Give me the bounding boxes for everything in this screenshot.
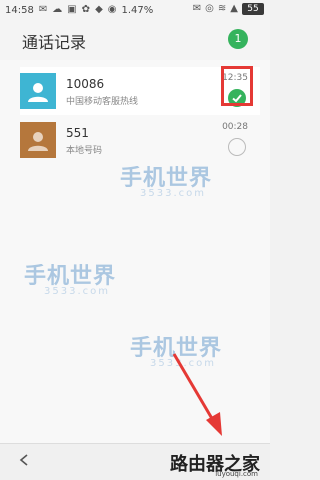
- call-description: 中国移动客服热线: [66, 97, 139, 107]
- status-bar-left: 14:58 ✉ ☁ ▣ ✿ ◆ ◉ 1.47%: [5, 4, 153, 16]
- call-number: 551: [66, 126, 89, 140]
- watermark-brand-url: luyouqi.com: [215, 470, 258, 478]
- call-number: 10086: [66, 77, 105, 91]
- call-time: 00:28: [222, 122, 248, 132]
- back-icon[interactable]: [18, 454, 30, 466]
- wifi-icon: ≋: [217, 3, 227, 14]
- call-log-item[interactable]: 551 本地号码 00:28: [20, 116, 260, 164]
- watermark: 3533.com: [140, 188, 206, 199]
- selected-count-badge[interactable]: 1: [228, 29, 248, 49]
- avatar: [20, 122, 56, 158]
- status-battery-percent: 1.47%: [121, 4, 154, 16]
- android-icon: ◎: [205, 3, 214, 14]
- message-icon: ✉: [192, 3, 202, 14]
- avatar: [20, 73, 56, 109]
- mic-icon: ◉: [107, 4, 117, 15]
- app-icon: ◆: [95, 4, 103, 15]
- watermark-url: 3533.com: [140, 188, 206, 199]
- app-header: 通话记录 1: [0, 20, 270, 60]
- status-time: 14:58: [5, 4, 34, 16]
- watermark-url: 3533.com: [44, 286, 110, 297]
- person-icon: [28, 83, 48, 102]
- battery-indicator: 55: [242, 3, 264, 15]
- bottom-navigation-bar: 路由器之家 luyouqi.com: [0, 443, 270, 480]
- unselected-checkbox[interactable]: [228, 138, 246, 156]
- chat-icon: ✉: [38, 4, 48, 15]
- signal-icon: ▲: [230, 3, 238, 14]
- page-title: 通话记录: [22, 33, 87, 52]
- status-bar: 14:58 ✉ ☁ ▣ ✿ ◆ ◉ 1.47% ✉ ◎ ≋ ▲ 55: [0, 0, 270, 20]
- highlight-annotation-box: [221, 66, 253, 106]
- person-icon: [28, 132, 48, 151]
- image-icon: ▣: [67, 4, 77, 15]
- weather-icon: ☁: [52, 4, 63, 15]
- call-description: 本地号码: [66, 146, 103, 156]
- status-bar-right: ✉ ◎ ≋ ▲ 55: [193, 3, 264, 15]
- watermark: 3533.com: [44, 286, 110, 297]
- annotation-arrow-icon: [172, 353, 222, 436]
- paw-icon: ✿: [81, 4, 91, 15]
